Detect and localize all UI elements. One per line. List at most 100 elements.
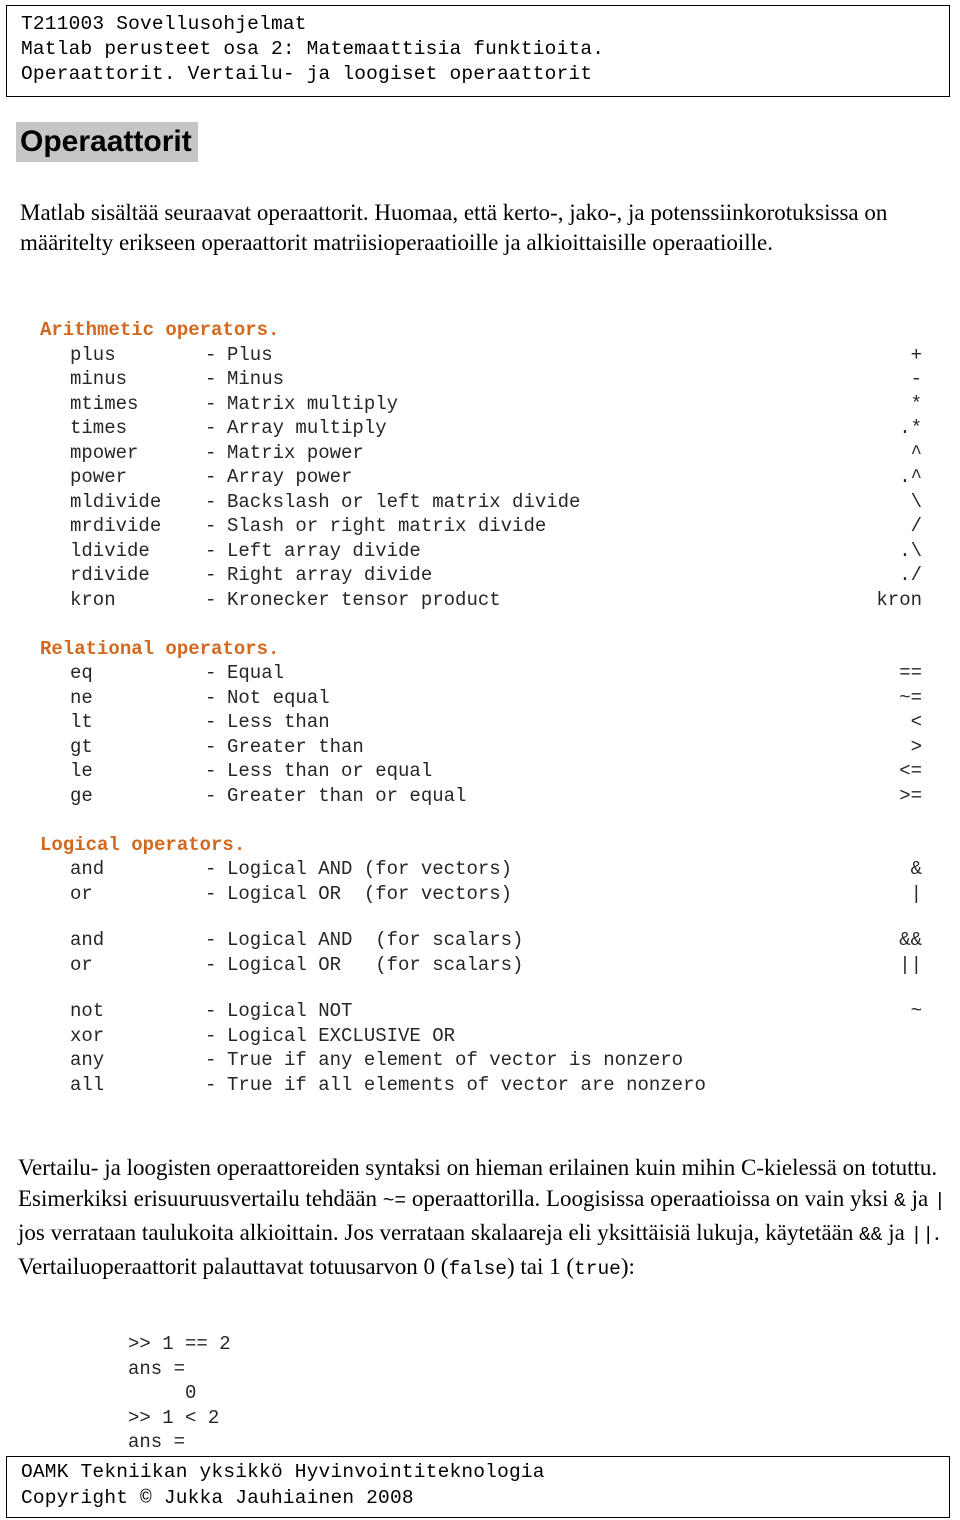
operator-symbol: & [910, 858, 922, 880]
operator-row: ne - Not equal ~= [20, 686, 940, 711]
operator-dash: - [205, 441, 217, 464]
inline-code-true: true [574, 1258, 621, 1280]
operator-name: mtimes [70, 392, 139, 415]
operator-name: eq [70, 662, 93, 684]
operator-name: ne [70, 686, 93, 709]
operator-row: all - True if all elements of vector are n… [20, 1073, 940, 1098]
operator-symbol [802, 1048, 940, 1073]
operator-description: Array multiply [227, 417, 387, 439]
inline-code-false: false [448, 1258, 507, 1280]
operator-row: or - Logical OR (for vectors) | [20, 882, 940, 907]
operator-name: or [70, 882, 93, 905]
inline-code-pipe: | [933, 1190, 946, 1212]
matlab-console-block: >> 1 == 2 ans = 0 >> 1 < 2 ans = [128, 1332, 231, 1455]
operator-dash: - [205, 760, 217, 782]
operator-name: and [70, 858, 105, 880]
operator-dash: - [205, 515, 217, 537]
operator-description: Logical OR (for vectors) [227, 882, 513, 905]
operator-dash: - [205, 858, 217, 880]
operator-description: Minus [227, 368, 285, 390]
operator-description: Equal [227, 662, 285, 684]
operator-dash: - [205, 1073, 217, 1096]
operator-dash: - [205, 1024, 217, 1047]
operator-row: and - Logical AND (for scalars) && [20, 928, 940, 953]
closing-text-5: ja [882, 1220, 911, 1245]
operator-name: times [70, 417, 128, 439]
operator-dash: - [205, 784, 217, 807]
operator-dash: - [205, 711, 217, 733]
footer-line-organization: OAMK Tekniikan yksikkö Hyvinvointiteknol… [21, 1461, 545, 1483]
operator-row: not - Logical NOT ~ [20, 999, 940, 1024]
header-line-topic: Operaattorit. Vertailu- ja loogiset oper… [21, 63, 593, 85]
operator-description: Plus [227, 343, 273, 366]
operator-symbol: | [910, 882, 922, 905]
operator-row: gt - Greater than > [20, 735, 940, 760]
operator-name: not [70, 1000, 105, 1022]
operator-symbol: > [910, 735, 922, 758]
operator-dash: - [205, 735, 217, 758]
operator-dash: - [205, 564, 217, 586]
operator-name: kron [70, 588, 116, 611]
operator-description: Logical OR (for scalars) [227, 953, 524, 976]
operator-name: ldivide [70, 539, 150, 562]
operator-name: mldivide [70, 490, 162, 513]
operator-dash: - [205, 466, 217, 488]
operator-symbol [802, 1024, 940, 1049]
operator-dash: - [205, 588, 217, 611]
operator-symbol: >= [899, 784, 922, 807]
operator-symbol: / [910, 515, 922, 537]
operator-symbol: * [910, 392, 922, 415]
closing-text-7: ) tai 1 ( [506, 1254, 575, 1279]
operator-symbol: kron [876, 588, 922, 611]
operator-description: Slash or right matrix divide [227, 515, 547, 537]
operator-name: all [70, 1073, 105, 1096]
operator-dash: - [205, 417, 217, 439]
operator-row: minus - Minus - [20, 367, 940, 392]
operator-symbol: ~= [899, 686, 922, 709]
inline-code-amp: & [894, 1190, 906, 1212]
operator-name: and [70, 929, 105, 951]
console-line: ans = [128, 1357, 186, 1380]
operator-symbol: .* [899, 417, 922, 439]
operator-description: Left array divide [227, 539, 421, 562]
operator-dash: - [205, 539, 217, 562]
section-heading: Arithmetic operators. [40, 319, 280, 341]
operator-row: xor - Logical EXCLUSIVE OR [20, 1024, 940, 1049]
operator-row: mtimes - Matrix multiply * [20, 392, 940, 417]
operator-listing: Arithmetic operators. plus - Plus + minus - Min… [20, 318, 940, 1097]
operator-description: Kronecker tensor product [227, 588, 501, 611]
document-footer-box: OAMK Tekniikan yksikkö Hyvinvointiteknol… [6, 1456, 950, 1518]
operator-description: Not equal [227, 686, 330, 709]
inline-code-not-equal: ~= [382, 1190, 407, 1212]
operator-symbol: ./ [899, 564, 922, 586]
operator-row: mrdivide - Slash or right matrix divide / [20, 514, 940, 539]
operator-row: ge - Greater than or equal >= [20, 784, 940, 809]
operator-symbol: || [899, 953, 922, 976]
operator-row: times - Array multiply .* [20, 416, 940, 441]
operator-name: mrdivide [70, 515, 162, 537]
operator-symbol: == [899, 662, 922, 684]
operator-symbol: <= [899, 760, 922, 782]
operator-row: lt - Less than < [20, 710, 940, 735]
operator-symbol: ~ [910, 1000, 922, 1022]
operator-symbol: && [899, 929, 922, 951]
footer-line-copyright: Copyright © Jukka Jauhiainen 2008 [21, 1487, 414, 1509]
closing-text-8: ): [620, 1254, 635, 1279]
operator-dash: - [205, 1000, 217, 1022]
operator-row: power - Array power .^ [20, 465, 940, 490]
operator-name: xor [70, 1024, 105, 1047]
operator-row: plus - Plus + [20, 343, 940, 368]
operator-symbol: ^ [910, 441, 922, 464]
operator-row: kron - Kronecker tensor product kron [20, 588, 940, 613]
operator-description: Logical AND (for scalars) [227, 929, 524, 951]
operator-row: any - True if any element of vector is non… [20, 1048, 940, 1073]
operator-description: Greater than or equal [227, 784, 467, 807]
page-title: Operaattorit [16, 122, 198, 162]
header-line-subject: Matlab perusteet osa 2: Matemaattisia fu… [21, 38, 605, 60]
operator-description: True if any element of vector is nonzero [227, 1049, 684, 1071]
operator-dash: - [205, 686, 217, 709]
operator-description: Logical NOT [227, 1000, 353, 1022]
operator-dash: - [205, 343, 217, 366]
header-line-course: T211003 Sovellusohjelmat [21, 13, 307, 35]
